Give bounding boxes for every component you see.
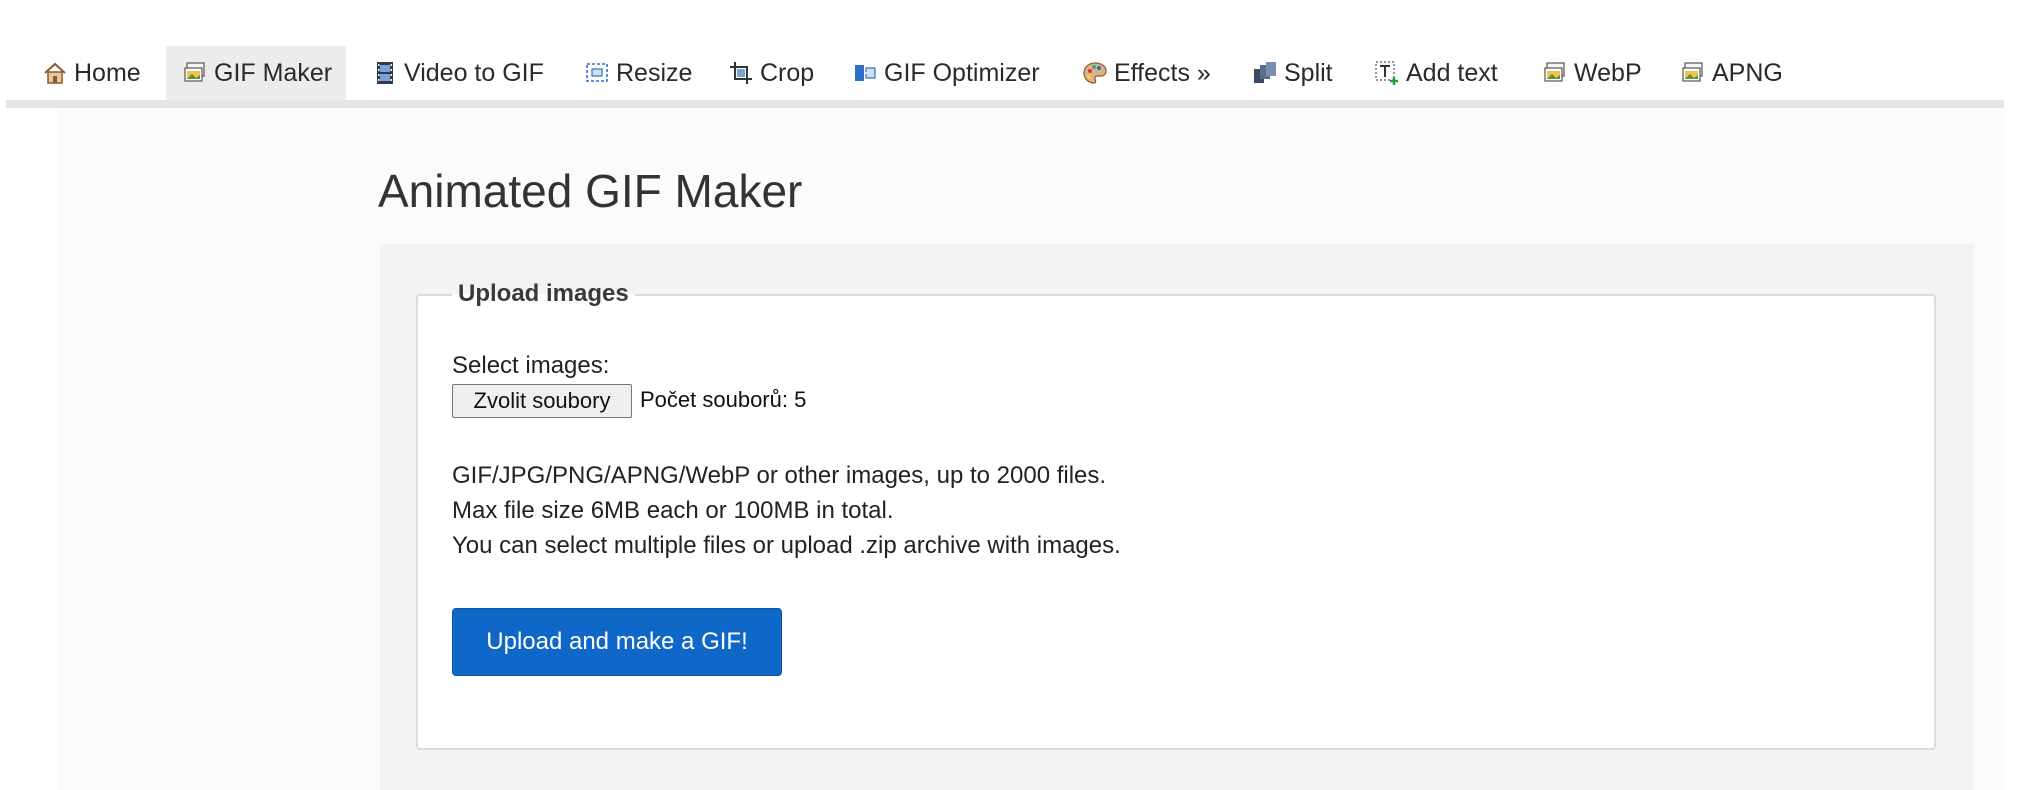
- nav-item-gif-optimizer[interactable]: GIF Optimizer: [852, 46, 1040, 100]
- nav-item-label: Split: [1284, 58, 1333, 87]
- palette-icon: [1082, 60, 1108, 86]
- nav-item-video-to-gif[interactable]: Video to GIF: [372, 46, 544, 100]
- nav-item-apng[interactable]: APNG: [1680, 46, 1783, 100]
- choose-files-button[interactable]: Zvolit soubory: [452, 384, 632, 418]
- nav-item-label: Crop: [760, 58, 815, 87]
- select-images-label: Select images:: [452, 352, 610, 379]
- nav-item-label: Resize: [616, 58, 693, 87]
- nav-item-label: Effects »: [1114, 58, 1211, 87]
- top-navigation: Home GIF Maker Video to GIF Resize Crop …: [6, 46, 2004, 108]
- nav-item-resize[interactable]: Resize: [584, 46, 692, 100]
- optimizer-icon: [852, 60, 878, 86]
- split-icon: [1252, 60, 1278, 86]
- nav-item-webp[interactable]: WebP: [1542, 46, 1642, 100]
- nav-item-crop[interactable]: Crop: [728, 46, 814, 100]
- nav-item-add-text[interactable]: Add text: [1374, 46, 1498, 100]
- resize-icon: [584, 60, 610, 86]
- home-icon: [42, 60, 68, 86]
- multiple-files-hint-text: You can select multiple files or upload …: [452, 532, 1121, 559]
- nav-item-split[interactable]: Split: [1252, 46, 1333, 100]
- nav-item-label: Add text: [1406, 58, 1498, 87]
- webp-icon: [1542, 60, 1568, 86]
- nav-item-gif-maker[interactable]: GIF Maker: [166, 46, 347, 100]
- supported-formats-text: GIF/JPG/PNG/APNG/WebP or other images, u…: [452, 462, 1107, 489]
- nav-item-label: GIF Optimizer: [884, 58, 1040, 87]
- nav-item-label: Video to GIF: [404, 58, 544, 87]
- selected-file-count: Počet souborů: 5: [640, 387, 807, 412]
- nav-item-label: Home: [74, 58, 141, 87]
- nav-item-home[interactable]: Home: [42, 46, 141, 100]
- nav-item-label: GIF Maker: [214, 58, 333, 87]
- film-icon: [372, 60, 398, 86]
- add-text-icon: [1374, 60, 1400, 86]
- nav-item-effects[interactable]: Effects »: [1082, 46, 1211, 100]
- nav-item-label: APNG: [1712, 58, 1783, 87]
- nav-item-label: WebP: [1574, 58, 1642, 87]
- page-title: Animated GIF Maker: [378, 165, 803, 217]
- max-file-size-text: Max file size 6MB each or 100MB in total…: [452, 497, 894, 524]
- crop-icon: [728, 60, 754, 86]
- apng-icon: [1680, 60, 1706, 86]
- upload-and-make-gif-button[interactable]: Upload and make a GIF!: [452, 608, 782, 676]
- upload-fieldset-legend: Upload images: [452, 278, 635, 310]
- gif-maker-icon: [182, 60, 208, 86]
